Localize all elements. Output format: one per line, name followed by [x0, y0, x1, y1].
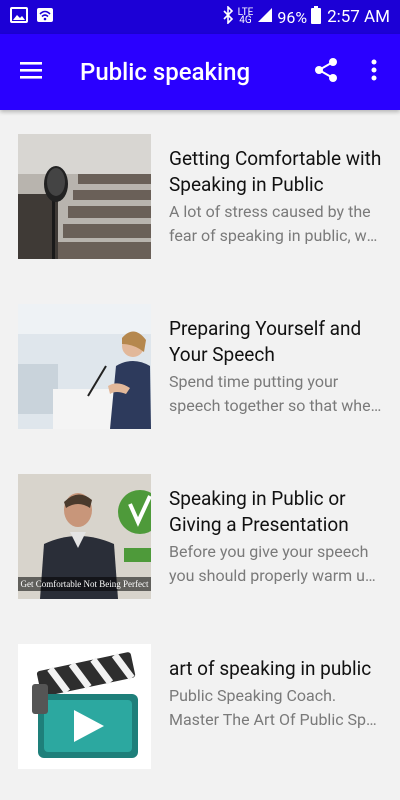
app-bar: Public speaking: [0, 34, 400, 110]
item-title: Speaking in Public or Giving a Presentat…: [169, 486, 384, 538]
item-title-line: Getting Comfortable with: [169, 147, 382, 170]
clock: 2:57 AM: [327, 7, 390, 27]
thumbnail-image: [18, 134, 151, 259]
signal-icon: [257, 7, 273, 27]
battery-icon: [311, 6, 322, 28]
item-title-line: Speaking in Public or: [169, 487, 346, 510]
thumbnail-image: [18, 644, 151, 769]
item-desc-line: fear of speaking in public, wh...: [169, 226, 383, 245]
item-description: Before you give your speech you should p…: [169, 540, 383, 588]
item-title: Getting Comfortable with Speaking in Pub…: [169, 146, 384, 198]
item-desc-line: Public Speaking Coach.: [169, 686, 337, 705]
status-bar-right: LTE 4G 96% 2:57 AM: [222, 5, 390, 28]
item-desc-line: speech together so that whe...: [169, 396, 383, 415]
battery-percent: 96%: [277, 7, 308, 27]
share-icon: [314, 57, 338, 87]
list-item[interactable]: Get Comfortable Not Being Perfect Speaki…: [0, 450, 400, 620]
item-text: Speaking in Public or Giving a Presentat…: [169, 486, 384, 588]
list-item[interactable]: Getting Comfortable with Speaking in Pub…: [0, 110, 400, 280]
overflow-menu-button[interactable]: [350, 34, 398, 110]
thumbnail-image: [18, 304, 151, 429]
item-title-line: Speaking in Public: [169, 173, 324, 196]
item-text: Getting Comfortable with Speaking in Pub…: [169, 146, 384, 248]
thumbnail-caption: Get Comfortable Not Being Perfect: [18, 577, 151, 591]
item-title-line: Giving a Presentation: [169, 513, 349, 536]
item-title-line: Preparing Yourself and: [169, 317, 362, 340]
item-text: art of speaking in public Public Speakin…: [169, 656, 384, 732]
menu-button[interactable]: [0, 34, 62, 110]
network-type: LTE 4G: [238, 8, 254, 26]
item-desc-line: A lot of stress caused by the: [169, 202, 371, 221]
image-notification-icon: [10, 7, 28, 27]
item-title-line: Your Speech: [169, 343, 275, 366]
item-description: Public Speaking Coach. Master The Art Of…: [169, 684, 383, 732]
network-sub-label: 4G: [239, 15, 252, 26]
item-desc-line: Before you give your speech: [169, 542, 369, 561]
thumbnail-image: Get Comfortable Not Being Perfect: [18, 474, 151, 599]
page-title: Public speaking: [80, 58, 251, 86]
item-description: A lot of stress caused by the fear of sp…: [169, 200, 383, 248]
status-bar-left: [10, 7, 54, 27]
more-vert-icon: [371, 59, 377, 85]
item-desc-line: Master The Art Of Public Spe...: [169, 710, 383, 729]
item-desc-line: you should properly warm up...: [169, 566, 383, 585]
hamburger-menu-icon: [19, 60, 43, 84]
item-desc-line: Spend time putting your: [169, 372, 339, 391]
item-description: Spend time putting your speech together …: [169, 370, 383, 418]
item-title: art of speaking in public: [169, 656, 384, 682]
bluetooth-icon: [222, 5, 234, 28]
list-item[interactable]: Preparing Yourself and Your Speech Spend…: [0, 280, 400, 450]
item-text: Preparing Yourself and Your Speech Spend…: [169, 316, 384, 418]
item-title-line: art of speaking in public: [169, 657, 372, 680]
wifi-hotspot-icon: [36, 7, 54, 27]
list-item[interactable]: art of speaking in public Public Speakin…: [0, 620, 400, 790]
share-button[interactable]: [302, 34, 350, 110]
item-title: Preparing Yourself and Your Speech: [169, 316, 384, 368]
status-bar: LTE 4G 96% 2:57 AM: [0, 0, 400, 34]
